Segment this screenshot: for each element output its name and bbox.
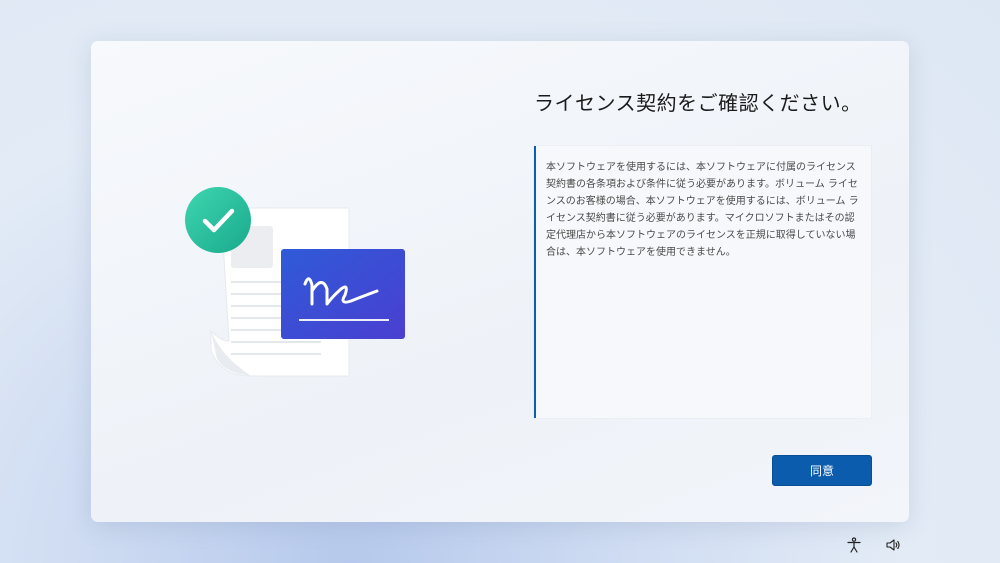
accessibility-icon[interactable] [845, 536, 863, 554]
oobe-window: ライセンス契約をご確認ください。 本ソフトウェアを使用するには、本ソフトウェアに… [91, 41, 909, 522]
license-text-box[interactable]: 本ソフトウェアを使用するには、本ソフトウェアに付属のライセンス契約書の各条項およ… [534, 146, 871, 418]
check-icon [185, 187, 251, 253]
license-text: 本ソフトウェアを使用するには、本ソフトウェアに付属のライセンス契約書の各条項およ… [546, 162, 859, 258]
signature-icon [281, 249, 405, 339]
license-illustration [185, 187, 405, 377]
volume-icon[interactable] [884, 536, 902, 554]
accept-button[interactable]: 同意 [772, 455, 872, 486]
page-title: ライセンス契約をご確認ください。 [534, 91, 862, 115]
